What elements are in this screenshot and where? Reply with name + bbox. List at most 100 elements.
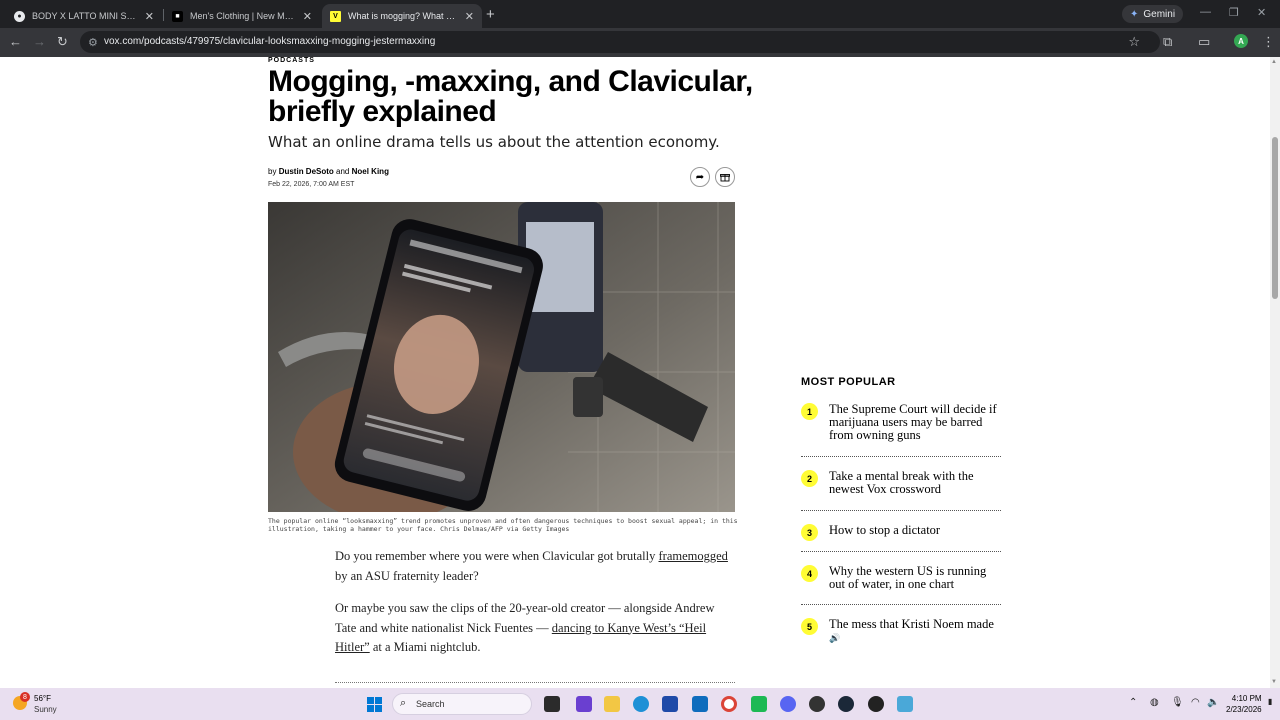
browser-toolbar: ← → ↻ ⚙ vox.com/podcasts/479975/clavicul… <box>0 28 1280 57</box>
gemini-sparkle-icon: ✦ <box>1130 8 1139 20</box>
restore-icon[interactable]: ❐ <box>1229 6 1239 19</box>
paragraph-text: Do you remember where you were when Clav… <box>335 549 656 563</box>
forward-icon[interactable]: → <box>33 34 46 50</box>
search-icon: ⌕ <box>400 697 407 709</box>
app-icon[interactable] <box>809 696 825 712</box>
rank-badge: 3 <box>801 524 818 541</box>
gemini-label: Gemini <box>1143 8 1176 20</box>
rank-badge: 1 <box>801 403 818 420</box>
app-icon[interactable] <box>751 696 767 712</box>
close-tab-icon[interactable]: ✕ <box>145 10 154 23</box>
tab-body-x-latto[interactable]: ● BODY X LATTO MINI SHORTS (B ✕ <box>6 4 162 28</box>
share-button[interactable]: ➦ <box>690 167 710 187</box>
gift-button[interactable] <box>715 167 735 187</box>
article-headline: Mogging, -maxxing, and Clavicular, brief… <box>268 65 753 128</box>
list-divider <box>801 510 1001 511</box>
network-status-icon[interactable]: ◍ <box>1150 697 1159 708</box>
microphone-icon[interactable]: 🎙 <box>1171 697 1184 708</box>
weather-badge: 8 <box>20 692 30 702</box>
most-popular-link[interactable]: Take a mental break with the newest Vox … <box>829 470 1001 496</box>
windows-start-icon[interactable] <box>367 697 382 712</box>
side-panel-icon[interactable]: ▭ <box>1198 34 1210 50</box>
url-text[interactable]: vox.com/podcasts/479975/clavicular-looks… <box>104 36 435 47</box>
back-icon[interactable]: ← <box>9 34 22 50</box>
paragraph-text: by an ASU fraternity leader? <box>335 568 479 583</box>
tab-vox-article[interactable]: V What is mogging? What is look ✕ <box>322 4 482 28</box>
scrollbar-thumb[interactable] <box>1272 137 1278 299</box>
article-paragraph: Do you remember where you were when Clav… <box>335 547 735 586</box>
address-bar[interactable]: ⚙ vox.com/podcasts/479975/clavicular-loo… <box>80 31 1160 53</box>
minimize-icon[interactable]: — <box>1200 6 1211 18</box>
store-app-icon[interactable] <box>662 696 678 712</box>
clock-time: 4:10 PM <box>1231 694 1262 703</box>
rank-badge: 5 <box>801 618 818 635</box>
edge-icon[interactable] <box>633 696 649 712</box>
most-popular-link[interactable]: The mess that Kristi Noem made 🔊 <box>829 618 1001 645</box>
discord-icon[interactable] <box>780 696 796 712</box>
show-hidden-icons[interactable]: ⌃ <box>1129 697 1137 708</box>
new-tab-icon[interactable]: + <box>486 6 495 23</box>
menu-kebab-icon[interactable]: ⋮ <box>1262 34 1275 50</box>
close-tab-icon[interactable]: ✕ <box>465 10 474 23</box>
author-link[interactable]: Dustin DeSoto <box>279 167 334 176</box>
article-paragraph: Or maybe you saw the clips of the 20-yea… <box>335 599 735 658</box>
chrome-icon[interactable] <box>721 696 737 712</box>
author-link[interactable]: Noel King <box>352 167 389 176</box>
tab-title: Men's Clothing | New Men's Cl <box>190 11 295 21</box>
tab-strip: ● BODY X LATTO MINI SHORTS (B ✕ ■ Men's … <box>0 0 1280 28</box>
most-popular-link[interactable]: The Supreme Court will decide if marijua… <box>829 403 1001 442</box>
framemogged-link[interactable]: framemogged <box>659 549 728 563</box>
profile-avatar[interactable]: A <box>1234 34 1248 48</box>
hero-image <box>268 202 735 512</box>
bookmark-star-icon[interactable]: ☆ <box>1128 34 1140 50</box>
most-popular-link[interactable]: How to stop a dictator <box>829 524 1001 537</box>
notepad-icon[interactable] <box>897 696 913 712</box>
taskbar-search[interactable]: ⌕ Search <box>392 693 532 715</box>
file-explorer-icon[interactable] <box>604 696 620 712</box>
image-caption: The popular online “looksmaxxing” trend … <box>268 517 738 533</box>
hero-photo-illustration <box>268 202 735 512</box>
section-label[interactable]: PODCASTS <box>268 57 315 64</box>
site-info-icon[interactable]: ⚙ <box>88 36 98 49</box>
news-app-icon[interactable] <box>576 696 592 712</box>
system-clock[interactable]: 4:10 PM 2/23/2026 <box>1226 693 1262 715</box>
reload-icon[interactable]: ↻ <box>57 34 68 50</box>
vox-icon: V <box>330 10 341 22</box>
byline-and: and <box>336 167 350 176</box>
store-icon: ■ <box>172 10 183 22</box>
speaker-icon: 🔊 <box>829 633 841 643</box>
share-arrow-icon: ➦ <box>695 171 705 183</box>
most-popular-heading: MOST POPULAR <box>801 376 896 388</box>
weather-condition[interactable]: Sunny <box>34 705 57 714</box>
steam-icon[interactable] <box>838 696 854 712</box>
byline-by: by <box>268 167 277 176</box>
windows-taskbar: 8 56°F Sunny ⌕ Search ⌃ ◍ 🎙 ◠ 🔈 4:10 PM … <box>0 688 1280 720</box>
close-tab-icon[interactable]: ✕ <box>303 10 312 23</box>
tab-title: What is mogging? What is look <box>348 11 457 21</box>
gemini-button[interactable]: ✦ Gemini <box>1122 5 1184 23</box>
article-dek: What an online drama tells us about the … <box>268 133 720 151</box>
scroll-up-icon[interactable]: ▲ <box>1271 59 1277 65</box>
weather-temp[interactable]: 56°F <box>34 694 51 703</box>
task-view-icon[interactable] <box>544 696 560 712</box>
scroll-down-icon[interactable]: ▼ <box>1271 679 1277 685</box>
wifi-icon[interactable]: ◠ <box>1191 697 1200 708</box>
search-label: Search <box>416 699 445 709</box>
extensions-icon[interactable]: ⧉ <box>1163 34 1172 50</box>
tab-mens-clothing[interactable]: ■ Men's Clothing | New Men's Cl ✕ <box>164 4 320 28</box>
close-window-icon[interactable]: ✕ <box>1257 6 1266 19</box>
rank-badge: 2 <box>801 470 818 487</box>
outlook-icon[interactable] <box>692 696 708 712</box>
app-icon[interactable] <box>868 696 884 712</box>
most-popular-link-text[interactable]: The mess that Kristi Noem made <box>829 617 994 631</box>
publish-date: Feb 22, 2026, 7:00 AM EST <box>268 181 355 188</box>
rank-badge: 4 <box>801 565 818 582</box>
most-popular-link[interactable]: Why the western US is running out of wat… <box>829 565 1001 591</box>
byline: by Dustin DeSoto and Noel King <box>268 167 389 176</box>
list-divider <box>801 604 1001 605</box>
notifications-icon[interactable]: ▮ <box>1268 697 1272 706</box>
volume-icon[interactable]: 🔈 <box>1207 697 1219 708</box>
web-page: PODCASTS Mogging, -maxxing, and Clavicul… <box>0 57 1270 688</box>
github-icon: ● <box>14 10 25 22</box>
page-scrollbar[interactable]: ▲ ▼ <box>1270 57 1280 688</box>
